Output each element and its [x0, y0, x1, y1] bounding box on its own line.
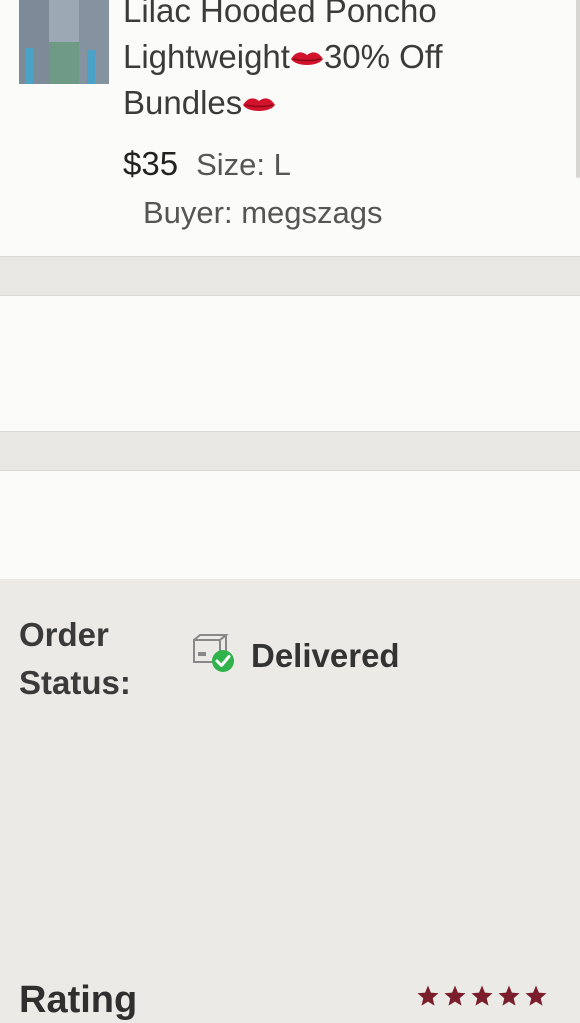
rating-card: Rating [0, 471, 580, 1021]
star-icon [525, 985, 547, 1006]
scrollbar[interactable] [576, 0, 580, 178]
size: Size: L [196, 147, 291, 182]
delivered-box-check-icon [193, 634, 234, 672]
price: $35 [123, 145, 179, 182]
product-card: Lilac Hooded Poncho Lightweight 30% Off B… [0, 0, 580, 257]
title-line-1: Lilac Hooded Poncho [123, 0, 437, 29]
star-icon [444, 985, 466, 1006]
section-divider [0, 257, 580, 296]
product-thumbnail[interactable] [19, 0, 109, 84]
buyer-name[interactable]: Buyer: megszags [143, 192, 383, 234]
title-line-3: Bundles [123, 84, 243, 121]
title-line-2b: 30% Off [323, 38, 443, 75]
section-divider [0, 432, 580, 471]
star-icon [498, 985, 520, 1006]
product-title[interactable]: Lilac Hooded Poncho Lightweight 30% Off B… [123, 0, 563, 126]
price-row: $35 Size: L [123, 142, 291, 187]
title-line-2a: Lightweight [123, 38, 290, 75]
order-status-card: Order Status: Delivered [0, 296, 580, 701]
rating-label: Rating [19, 979, 138, 1021]
star-icon [471, 985, 493, 1006]
lips-emoji-icon [290, 52, 323, 66]
rating-stars[interactable] [416, 984, 548, 1008]
lips-emoji-icon [243, 98, 276, 112]
star-icon [417, 985, 439, 1006]
order-status-label: Order Status: [19, 616, 131, 701]
order-status-value: Delivered [251, 637, 400, 674]
